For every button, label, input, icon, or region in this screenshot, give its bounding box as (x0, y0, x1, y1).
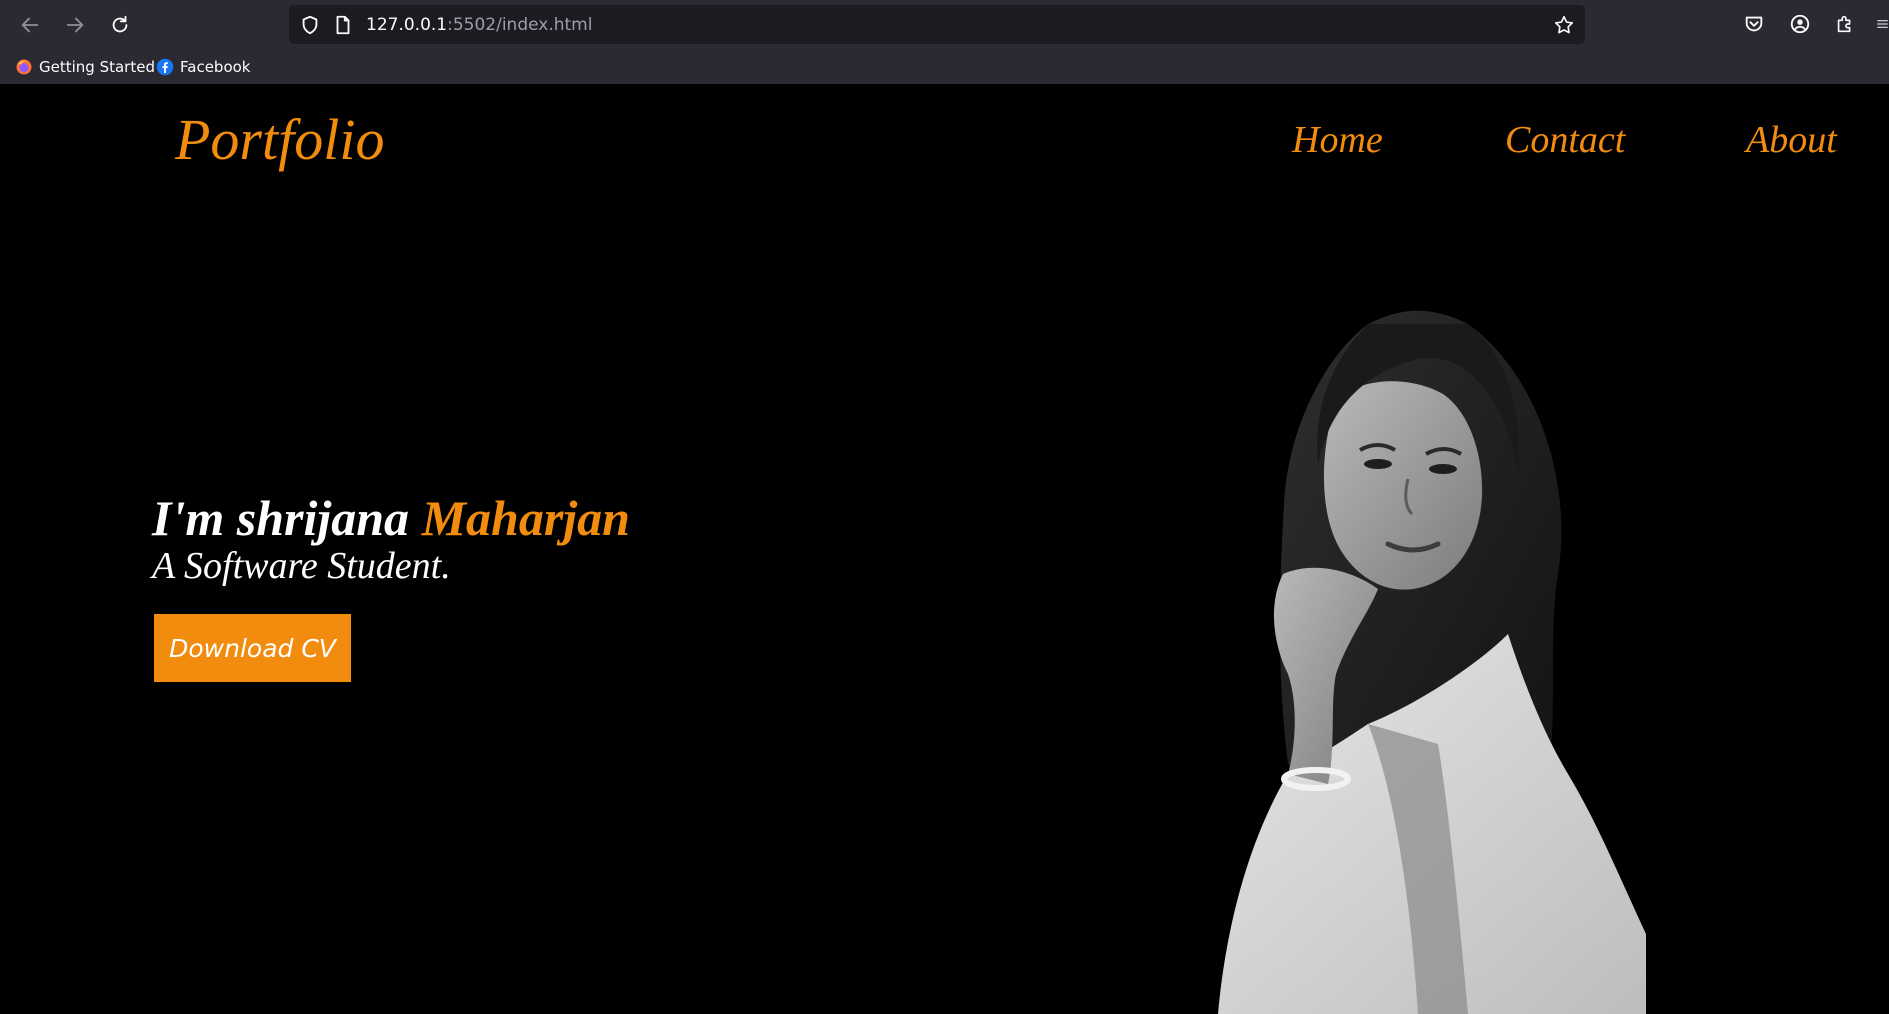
hero-greeting: I'm shrijana (152, 490, 422, 546)
hero-subtitle: A Software Student. (152, 545, 451, 587)
page-icon[interactable] (332, 14, 354, 36)
address-bar[interactable]: 127.0.0.1:5502/index.html (289, 5, 1585, 44)
arrow-right-icon (66, 17, 84, 33)
bookmark-facebook[interactable]: Facebook (156, 56, 250, 78)
url-path: :5502/index.html (447, 15, 593, 35)
pocket-button[interactable] (1741, 11, 1767, 37)
url-text[interactable]: 127.0.0.1:5502/index.html (366, 14, 592, 36)
bookmarks-toolbar: Getting Started Facebook (0, 50, 1889, 84)
facebook-icon (156, 58, 174, 76)
reload-icon (112, 15, 128, 33)
nav-about[interactable]: About (1746, 118, 1837, 162)
extensions-button[interactable] (1832, 11, 1858, 37)
nav-home[interactable]: Home (1292, 118, 1383, 162)
shield-icon[interactable] (299, 14, 321, 36)
menu-icon (1877, 20, 1888, 28)
url-host: 127.0.0.1 (366, 15, 448, 35)
back-button[interactable] (13, 8, 47, 42)
profile-photo (1218, 310, 1646, 1014)
bookmark-label: Getting Started (39, 58, 155, 76)
forward-button[interactable] (58, 8, 92, 42)
reload-button[interactable] (103, 8, 137, 42)
menu-button[interactable] (1872, 11, 1889, 37)
pocket-icon (1745, 16, 1763, 32)
nav-contact[interactable]: Contact (1505, 118, 1625, 162)
account-icon (1790, 14, 1810, 34)
brand-logo[interactable]: Portfolio (175, 106, 384, 173)
hero-name-accent: Maharjan (421, 490, 630, 546)
hero-title: I'm shrijana Maharjan (152, 489, 630, 547)
account-button[interactable] (1787, 11, 1813, 37)
firefox-icon (16, 59, 32, 75)
bookmark-getting-started[interactable]: Getting Started (15, 56, 155, 78)
download-cv-button[interactable]: Download CV (154, 614, 351, 682)
page-viewport: Portfolio Home Contact About I'm shrijan… (0, 84, 1889, 1014)
bookmark-label: Facebook (180, 58, 251, 76)
puzzle-icon (1837, 15, 1851, 33)
star-icon[interactable] (1553, 14, 1575, 36)
arrow-left-icon (21, 17, 39, 33)
browser-toolbar: 127.0.0.1:5502/index.html (0, 0, 1889, 50)
